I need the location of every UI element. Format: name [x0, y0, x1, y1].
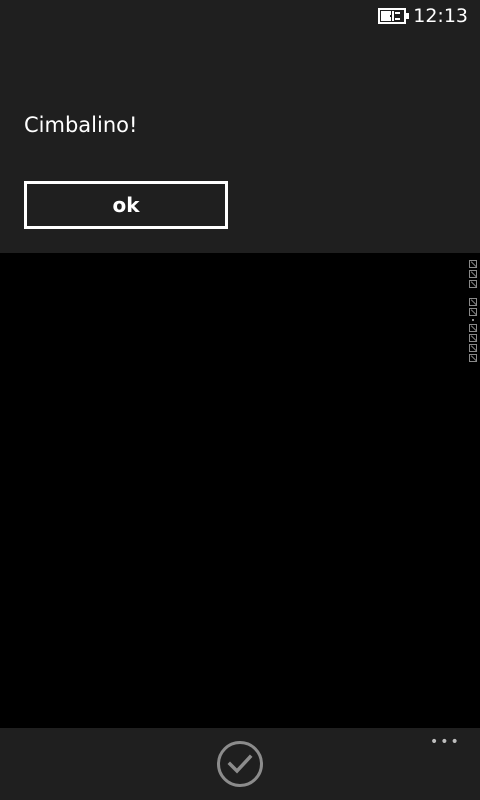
counter-dot	[472, 319, 474, 321]
counter-glyph	[469, 298, 477, 306]
frame-rate-counter	[469, 260, 479, 364]
status-clock: 12:13	[413, 5, 468, 27]
counter-glyph	[469, 280, 477, 288]
counter-glyph	[469, 308, 477, 316]
phone-screen: 12:13 Cimbalino! ok •••	[0, 0, 480, 800]
check-icon[interactable]	[216, 740, 264, 788]
counter-glyph	[469, 354, 477, 362]
counter-glyph	[469, 260, 477, 268]
battery-charging-icon	[378, 8, 409, 24]
application-bar: •••	[0, 728, 480, 800]
message-text: Cimbalino!	[24, 113, 138, 137]
status-bar: 12:13	[0, 0, 480, 32]
more-options-icon[interactable]: •••	[430, 735, 459, 749]
ok-button[interactable]: ok	[24, 181, 228, 229]
counter-glyph	[469, 270, 477, 278]
counter-glyph	[469, 334, 477, 342]
message-box: 12:13 Cimbalino! ok	[0, 0, 480, 253]
counter-glyph	[469, 324, 477, 332]
counter-glyph	[469, 344, 477, 352]
